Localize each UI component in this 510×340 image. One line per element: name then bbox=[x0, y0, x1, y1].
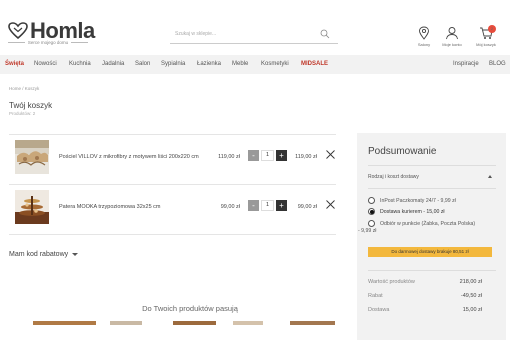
product-image-bedding[interactable] bbox=[15, 140, 49, 174]
line-total: 119,00 zł bbox=[295, 154, 317, 160]
shipping-radio-inpost[interactable] bbox=[368, 197, 375, 204]
shipping-header-label: Rodzaj i koszt dostawy bbox=[368, 174, 419, 180]
nav-item-lazienka[interactable]: Łazienka bbox=[197, 61, 221, 67]
qty-decrease-button[interactable]: - bbox=[248, 150, 259, 161]
nav-item-jadalnia[interactable]: Jadalnia bbox=[102, 61, 124, 67]
breadcrumb[interactable]: Home / Koszyk bbox=[9, 86, 39, 91]
nav-item-nowosci[interactable]: Nowości bbox=[34, 61, 57, 67]
recommendations-title: Do Twoich produktów pasują bbox=[142, 304, 238, 313]
product-name[interactable]: Patera MOOKA trzypoziomowa 32x25 cm bbox=[59, 204, 160, 210]
divider bbox=[368, 165, 496, 166]
unit-price: 119,00 zł bbox=[218, 154, 240, 160]
recommended-product-image[interactable] bbox=[290, 321, 335, 325]
recommended-product-image[interactable] bbox=[233, 321, 263, 325]
shipping-section-toggle[interactable]: Rodzaj i koszt dostawy bbox=[368, 174, 496, 180]
summary-key: Dostawa bbox=[368, 307, 390, 313]
tagline-text: Serce mojego domu bbox=[27, 40, 69, 45]
page-title: Twój koszyk bbox=[9, 101, 53, 110]
summary-key: Rabat bbox=[368, 293, 383, 299]
account-icon bbox=[446, 27, 458, 40]
cart-item: Patera MOOKA trzypoziomowa 32x25 cm 99,0… bbox=[9, 185, 336, 234]
product-name[interactable]: Pościel VILLOV z mikrofibry z motywem li… bbox=[59, 154, 199, 160]
recommended-product-image[interactable] bbox=[110, 321, 142, 325]
search-placeholder: Szukaj w sklepie... bbox=[175, 31, 217, 37]
qty-decrease-button[interactable]: - bbox=[248, 200, 259, 211]
chevron-down-icon bbox=[72, 253, 79, 256]
account-label: Moje konto bbox=[442, 42, 462, 47]
chevron-up-icon bbox=[488, 175, 492, 178]
product-image-tray[interactable] bbox=[15, 190, 49, 224]
order-summary-panel: Podsumowanie Rodzaj i koszt dostawy InPo… bbox=[357, 133, 506, 340]
stores-label: Salony bbox=[417, 42, 431, 47]
logo-tagline: Serce mojego domu bbox=[8, 40, 88, 45]
summary-row-products: Wartość produktów 218,00 zł bbox=[368, 279, 482, 285]
summary-title: Podsumowanie bbox=[368, 146, 437, 157]
discount-label: Mam kod rabatowy bbox=[9, 251, 69, 258]
free-shipping-banner: Do darmowej dostawy brakuje 80,51 zł bbox=[368, 247, 492, 257]
qty-increase-button[interactable]: + bbox=[276, 150, 287, 161]
summary-value: 15,00 zł bbox=[462, 307, 482, 313]
nav-item-salon[interactable]: Salon bbox=[135, 61, 150, 67]
cart-count-badge: 2 bbox=[488, 25, 496, 33]
qty-input[interactable]: 1 bbox=[261, 200, 274, 211]
shipping-option-label: Odbiór w punkcie (Żabka, Poczta Polska) bbox=[380, 221, 476, 227]
shipping-option-label: Dostawa kurierem - 15,00 zł bbox=[380, 209, 445, 215]
nav-item-inspiracje[interactable]: Inspiracje bbox=[453, 61, 479, 67]
cart-link[interactable]: 2 Mój koszyk bbox=[469, 25, 503, 47]
nav-item-kuchnia[interactable]: Kuchnia bbox=[69, 61, 91, 67]
summary-row-discount: Rabat -49,50 zł bbox=[368, 293, 482, 299]
qty-input[interactable]: 1 bbox=[261, 150, 274, 161]
recommended-product-image[interactable] bbox=[173, 321, 216, 325]
cart-item: Pościel VILLOV z mikrofibry z motywem li… bbox=[9, 135, 336, 184]
shipping-option-label: InPost Paczkomaty 24/7 - 9,99 zł bbox=[380, 198, 456, 204]
remove-item-icon[interactable] bbox=[325, 149, 336, 160]
recommended-product-image[interactable] bbox=[33, 321, 96, 325]
nav-item-swieta[interactable]: Święta bbox=[5, 61, 24, 67]
summary-value: -49,50 zł bbox=[460, 293, 482, 299]
site-header: Homla Serce mojego domu Szukaj w sklepie… bbox=[0, 0, 510, 55]
nav-item-blog[interactable]: BLOG bbox=[489, 61, 506, 67]
summary-key: Wartość produktów bbox=[368, 279, 415, 285]
cart-label: Mój koszyk bbox=[476, 42, 496, 47]
summary-value: 218,00 zł bbox=[459, 279, 482, 285]
shipping-radio-courier[interactable] bbox=[368, 208, 375, 215]
line-total: 99,00 zł bbox=[297, 204, 317, 210]
unit-price: 99,00 zł bbox=[220, 204, 240, 210]
shipping-option-price: - 9,99 zł bbox=[358, 228, 377, 234]
nav-item-kosmetyki[interactable]: Kosmetyki bbox=[261, 61, 289, 67]
qty-increase-button[interactable]: + bbox=[276, 200, 287, 211]
search-input[interactable]: Szukaj w sklepie... bbox=[170, 26, 338, 44]
search-icon[interactable] bbox=[320, 29, 330, 39]
main-nav: Święta Nowości Kuchnia Jadalnia Salon Sy… bbox=[0, 55, 510, 74]
summary-row-shipping: Dostawa 15,00 zł bbox=[368, 307, 482, 313]
remove-item-icon[interactable] bbox=[325, 199, 336, 210]
account-link[interactable]: Moje konto bbox=[435, 26, 469, 47]
product-count: Produktów: 2 bbox=[9, 111, 36, 116]
nav-item-meble[interactable]: Meble bbox=[232, 61, 248, 67]
heart-logo-icon bbox=[8, 22, 28, 40]
divider bbox=[368, 270, 496, 271]
shipping-radio-pickup[interactable] bbox=[368, 220, 375, 227]
location-icon bbox=[419, 26, 429, 40]
discount-code-toggle[interactable]: Mam kod rabatowy bbox=[9, 251, 79, 258]
nav-item-sypialnia[interactable]: Sypialnia bbox=[161, 61, 185, 67]
divider bbox=[9, 234, 336, 235]
nav-item-midsale[interactable]: MIDSALE bbox=[301, 61, 328, 67]
divider bbox=[368, 188, 496, 189]
